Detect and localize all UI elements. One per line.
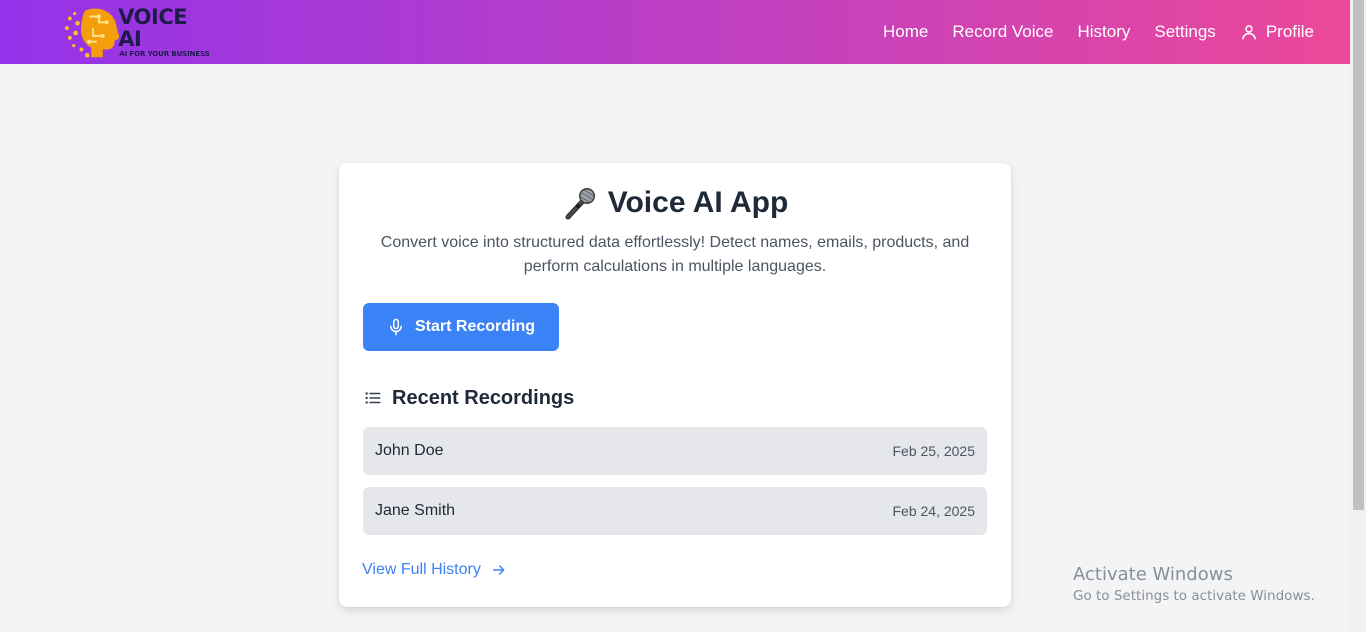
user-icon <box>1242 25 1256 40</box>
recording-date: Feb 24, 2025 <box>892 503 975 519</box>
nav-profile[interactable]: Profile <box>1240 22 1314 42</box>
nav-links: Home Record Voice History Settings Profi… <box>859 0 1314 64</box>
microphone-icon <box>389 318 402 336</box>
recording-item[interactable]: John Doe Feb 25, 2025 <box>363 427 987 475</box>
recording-item[interactable]: Jane Smith Feb 24, 2025 <box>363 487 987 535</box>
page-description: Convert voice into structured data effor… <box>380 234 970 275</box>
scrollbar-thumb[interactable] <box>1353 0 1364 510</box>
brand-text: VOICE AI AI FOR YOUR BUSINESS <box>118 6 214 59</box>
page-title: Voice AI App <box>339 185 1011 221</box>
nav-record-voice[interactable]: Record Voice <box>952 22 1053 42</box>
start-recording-label: Start Recording <box>414 318 535 335</box>
brand-title: VOICE AI <box>118 4 188 51</box>
recording-date: Feb 25, 2025 <box>892 443 975 459</box>
microphone-emoji-icon <box>565 188 595 220</box>
start-recording-button[interactable]: Start Recording <box>363 303 559 351</box>
recent-recordings-heading: Recent Recordings <box>363 383 574 413</box>
activate-windows-watermark: Activate Windows Go to Settings to activ… <box>1073 564 1315 606</box>
recording-name: John Doe <box>375 442 444 459</box>
arrow-right-icon <box>492 565 505 575</box>
main-card: Voice AI App Convert voice into structur… <box>339 163 1011 607</box>
list-icon <box>365 392 381 404</box>
nav-history[interactable]: History <box>1077 22 1130 42</box>
recent-recordings-title: Recent Recordings <box>392 386 575 409</box>
nav-home[interactable]: Home <box>883 22 928 42</box>
brand-tagline: AI FOR YOUR BUSINESS <box>119 49 210 58</box>
watermark-subtitle: Go to Settings to activate Windows. <box>1073 588 1315 604</box>
view-full-history-label: View Full History <box>362 561 481 578</box>
brand-logo[interactable]: VOICE AI AI FOR YOUR BUSINESS <box>64 4 214 60</box>
nav-profile-label: Profile <box>1265 22 1314 41</box>
top-navbar: VOICE AI AI FOR YOUR BUSINESS Home Recor… <box>0 0 1350 64</box>
page-scrollbar[interactable] <box>1350 0 1366 632</box>
view-full-history-link[interactable]: View Full History <box>362 559 508 581</box>
nav-settings[interactable]: Settings <box>1154 22 1215 42</box>
page-title-text: Voice AI App <box>607 186 789 219</box>
recording-name: Jane Smith <box>375 502 456 519</box>
watermark-title: Activate Windows <box>1073 564 1233 585</box>
robot-head-icon <box>64 8 119 58</box>
